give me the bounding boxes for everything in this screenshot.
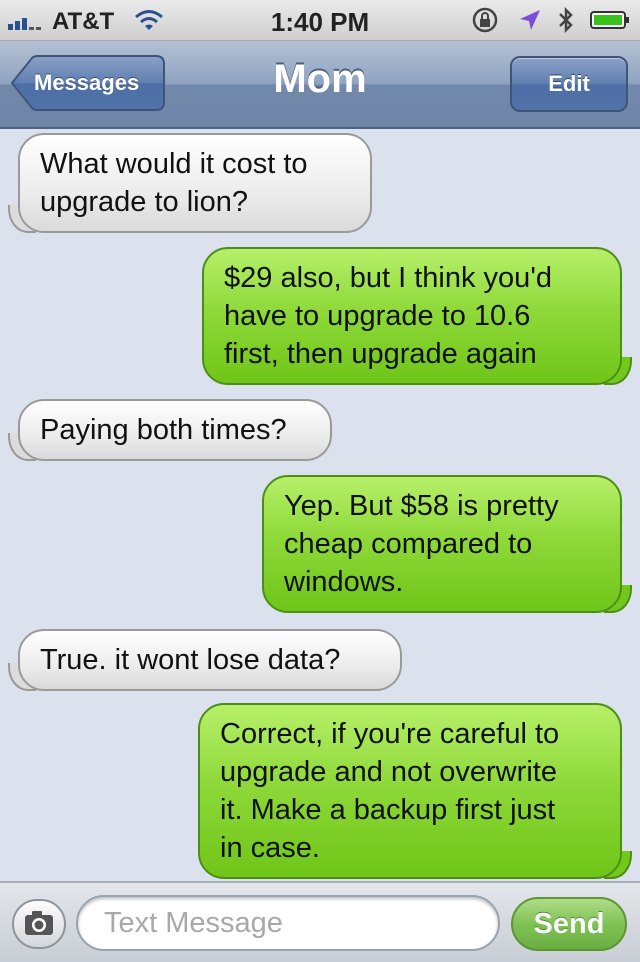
message-bubble-outgoing: Correct, if you're careful to upgrade an… — [198, 703, 632, 879]
camera-icon — [25, 911, 53, 935]
bluetooth-icon — [559, 6, 573, 34]
message-line: it. Make a backup first just — [220, 794, 556, 826]
nav-bar: Messages Mom Edit — [0, 41, 640, 129]
message-line: cheap compared to — [284, 528, 533, 560]
message-line: What would it cost to — [40, 148, 308, 180]
message-bubble-incoming: What would it cost to upgrade to lion? — [18, 133, 372, 233]
message-bubble-incoming: True. it wont lose data? — [18, 629, 402, 691]
message-line: Paying both times? — [40, 414, 287, 446]
battery-icon — [590, 11, 629, 29]
message-bubble-outgoing: Yep. But $58 is pretty cheap compared to… — [262, 475, 632, 613]
message-line: have to upgrade to 10.6 — [224, 300, 531, 332]
send-button[interactable]: Send — [511, 897, 627, 951]
status-time: 1:40 PM — [270, 7, 370, 37]
edit-button[interactable]: Edit — [510, 56, 628, 112]
camera-button[interactable] — [12, 899, 66, 949]
rotation-lock-icon — [472, 7, 498, 33]
message-line: first, then upgrade again — [224, 338, 537, 370]
message-bubble-outgoing: $29 also, but I think you'd have to upgr… — [202, 247, 632, 385]
compose-bar: Send — [0, 881, 640, 962]
message-line: windows. — [284, 566, 404, 598]
message-line: True. it wont lose data? — [40, 644, 341, 676]
message-line: in case. — [220, 832, 320, 864]
message-line: Correct, if you're careful to — [220, 718, 560, 750]
status-bar: AT&T 1:40 PM — [0, 0, 640, 41]
message-bubble-incoming: Paying both times? — [18, 399, 332, 461]
message-thread[interactable]: What would it cost to upgrade to lion? $… — [0, 129, 640, 881]
message-line: Yep. But $58 is pretty — [284, 490, 559, 522]
message-line: upgrade and not overwrite — [220, 756, 557, 788]
message-line: upgrade to lion? — [40, 186, 248, 218]
location-arrow-icon — [520, 10, 540, 30]
message-input[interactable] — [76, 895, 500, 951]
message-line: $29 also, but I think you'd — [224, 262, 552, 294]
